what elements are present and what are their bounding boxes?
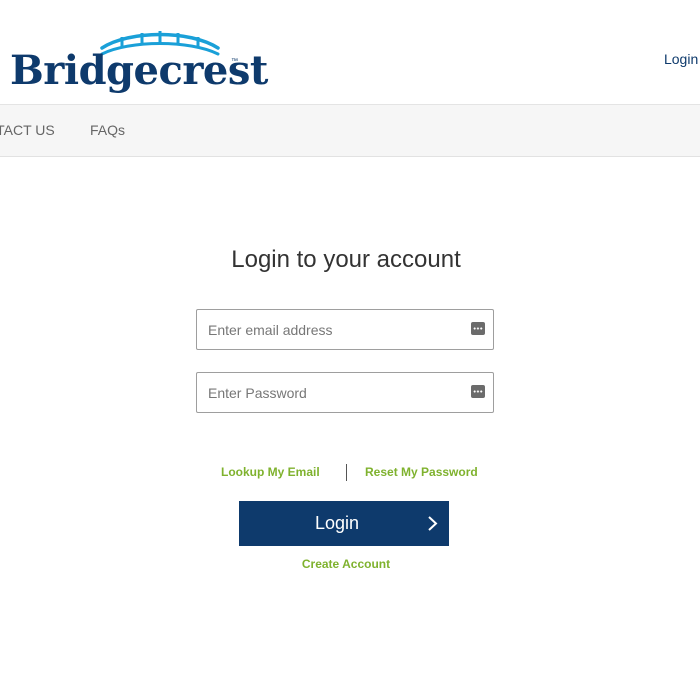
- logo-wordmark: Bridgecrest: [10, 47, 268, 94]
- password-input[interactable]: [197, 373, 457, 412]
- login-button[interactable]: Login: [239, 501, 449, 546]
- trademark-symbol: ™: [231, 58, 238, 65]
- email-field[interactable]: [196, 309, 494, 350]
- bridgecrest-logo[interactable]: Bridgecrest ™: [10, 26, 268, 100]
- chevron-right-icon: [428, 516, 438, 531]
- reset-password-link[interactable]: Reset My Password: [365, 465, 478, 479]
- links-divider: [346, 464, 347, 481]
- site-header: Bridgecrest ™ Login|C: [0, 0, 700, 105]
- password-field[interactable]: [196, 372, 494, 413]
- login-page: Bridgecrest ™ Login|C NTACT US FAQs Logi…: [0, 0, 700, 700]
- top-login-link[interactable]: Login: [664, 51, 698, 67]
- main-nav: NTACT US FAQs: [0, 105, 700, 157]
- login-title: Login to your account: [231, 246, 461, 273]
- account-help-links: Lookup My Email Reset My Password: [0, 464, 700, 482]
- password-manager-icon[interactable]: [471, 385, 485, 398]
- lookup-email-link[interactable]: Lookup My Email: [221, 465, 320, 479]
- login-button-label: Login: [314, 513, 360, 533]
- password-manager-icon[interactable]: [471, 322, 485, 335]
- nav-item-contact-us[interactable]: NTACT US: [0, 122, 55, 138]
- top-utility-links: Login|C: [664, 51, 700, 67]
- create-account-link[interactable]: Create Account: [0, 557, 692, 571]
- nav-item-faqs[interactable]: FAQs: [90, 122, 125, 138]
- email-input[interactable]: [197, 310, 457, 349]
